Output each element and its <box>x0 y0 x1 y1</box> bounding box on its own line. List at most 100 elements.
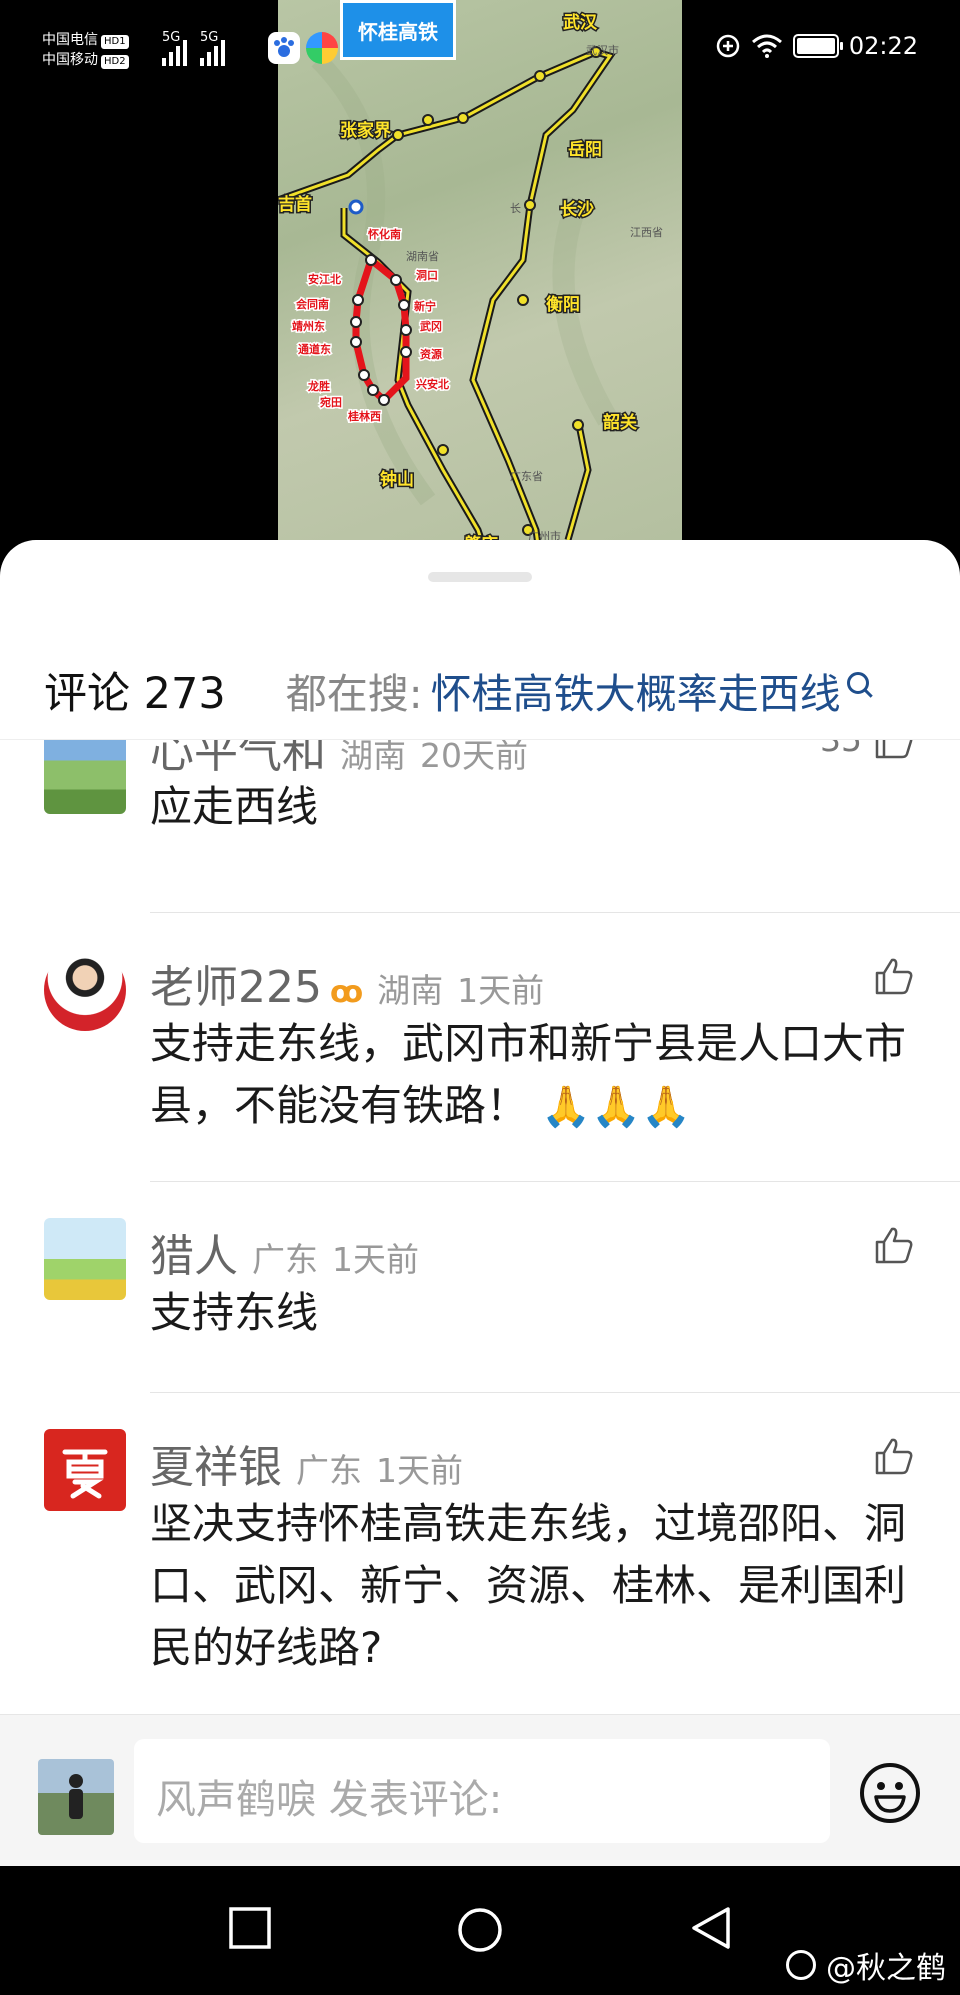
signal-icon-2: 5G <box>200 30 225 66</box>
app-notification-icon <box>306 32 338 64</box>
user-avatar[interactable] <box>44 740 126 814</box>
comment-time: 20天前 <box>420 740 528 775</box>
comment-meta: 猎人 广东 1天前 <box>150 1220 419 1284</box>
comment-count-title: 评论 273 <box>44 668 226 719</box>
svg-text:武冈: 武冈 <box>420 319 442 333</box>
recent-apps-icon[interactable] <box>228 1906 272 1950</box>
clock: 02:22 <box>848 32 918 60</box>
hd-badge-1: HD1 <box>101 35 129 49</box>
comment-input[interactable]: 风声鹤唳 发表评论: <box>134 1739 830 1843</box>
user-avatar[interactable] <box>44 949 126 1031</box>
comment-time: 1天前 <box>376 1451 463 1490</box>
add-circle-icon <box>716 34 740 58</box>
comment-item: 猎人 广东 1天前 支持东线 <box>0 1182 960 1392</box>
network-type-2: 5G <box>200 30 219 45</box>
user-location: 湖南 <box>340 740 406 775</box>
system-status: 02:22 <box>715 32 918 60</box>
user-location: 广东 <box>252 1240 318 1279</box>
thumbs-up-icon <box>875 1227 913 1264</box>
hot-search-query: 怀桂高铁大概率走西线 <box>430 669 841 718</box>
like-button[interactable] <box>874 1437 914 1475</box>
user-name[interactable]: 老师225 <box>150 951 322 1015</box>
like-button[interactable] <box>874 957 914 995</box>
comment-text: 支持东线 <box>150 1288 319 1337</box>
user-name[interactable]: 夏祥银 <box>150 1431 282 1495</box>
svg-text:钟山: 钟山 <box>380 469 414 490</box>
drag-handle[interactable] <box>428 572 532 582</box>
wifi-icon <box>751 34 782 58</box>
svg-text:宛田: 宛田 <box>319 395 342 409</box>
comment-time: 1天前 <box>457 971 545 1010</box>
comment-meta: 心平气和 湖南 20天前 <box>150 740 528 780</box>
comment-meta: 夏祥银 广东 1天前 <box>150 1431 463 1495</box>
comment-list[interactable]: 心平气和 湖南 20天前 35 应走西线 老师225 ꝏ 湖南 1天前 <box>0 740 960 1765</box>
my-avatar[interactable] <box>38 1759 114 1835</box>
watermark: @秋之鹤 <box>786 1943 946 1987</box>
svg-text:广东省: 广东省 <box>510 470 543 483</box>
svg-text:怀化南: 怀化南 <box>368 227 401 241</box>
pray-emoji: 🙏🙏🙏 <box>541 1084 691 1130</box>
svg-text:安江北: 安江北 <box>308 272 341 286</box>
hot-search-link[interactable]: 都在搜: 怀桂高铁大概率走西线 <box>286 660 869 720</box>
user-location: 广东 <box>296 1451 362 1490</box>
svg-text:江西省: 江西省 <box>630 226 663 239</box>
person-figure-icon <box>69 1774 83 1819</box>
hot-search-prefix: 都在搜: <box>285 669 423 718</box>
svg-text:兴安北: 兴安北 <box>416 377 449 391</box>
carrier-info: 中国电信 HD1 中国移动 HD2 <box>42 30 129 70</box>
user-badge-icon: ꝏ <box>329 975 364 1010</box>
network-type-1: 5G <box>162 30 181 45</box>
comments-header: 评论 273 都在搜: 怀桂高铁大概率走西线 <box>0 640 960 740</box>
svg-text:资源: 资源 <box>420 347 442 361</box>
battery-icon <box>792 34 843 58</box>
signal-icon-1: 5G <box>162 30 187 66</box>
thumbs-up-icon <box>875 1438 913 1475</box>
user-avatar[interactable] <box>44 1218 126 1300</box>
comment-meta: 老师225 ꝏ 湖南 1天前 <box>150 951 544 1015</box>
watermark-text: @秋之鹤 <box>826 1951 946 1986</box>
svg-text:通道东: 通道东 <box>298 342 331 356</box>
svg-text:桂林西: 桂林西 <box>347 409 381 423</box>
thumbs-up-icon <box>875 958 913 995</box>
carrier-1: 中国电信 <box>42 32 98 48</box>
svg-text:龙胜: 龙胜 <box>307 379 330 393</box>
comment-text: 应走西线 <box>150 782 319 831</box>
svg-text:岳阳: 岳阳 <box>568 140 602 160</box>
logo-mark-icon <box>62 1449 108 1499</box>
user-avatar[interactable] <box>44 1429 126 1511</box>
comment-sheet: 评论 273 都在搜: 怀桂高铁大概率走西线 心平气和 湖南 20天前 35 应… <box>0 540 960 1865</box>
like-count: 35 <box>820 740 862 759</box>
svg-text:靖州东: 靖州东 <box>292 319 325 333</box>
paw-app-icon <box>268 32 300 64</box>
system-navigation-bar: @秋之鹤 <box>0 1866 960 1995</box>
svg-text:长沙: 长沙 <box>560 199 594 220</box>
svg-text:韶关: 韶关 <box>603 412 637 433</box>
comment-body: 支持走东线，武冈市和新宁县是人口大市县，不能没有铁路！ 🙏🙏🙏 <box>150 1013 920 1138</box>
svg-text:湖南省: 湖南省 <box>406 250 439 263</box>
user-name[interactable]: 猎人 <box>150 1220 238 1284</box>
comment-item: 老师225 ꝏ 湖南 1天前 支持走东线，武冈市和新宁县是人口大市县，不能没有铁… <box>0 913 960 1181</box>
like-button[interactable]: 35 <box>820 740 914 759</box>
status-bar: 中国电信 HD1 中国移动 HD2 5G 5G 02:22 <box>0 0 960 100</box>
comment-item: 心平气和 湖南 20天前 35 应走西线 <box>0 740 960 912</box>
comment-text: 坚决支持怀桂高铁走东线，过境邵阳、洞口、武冈、新宁、资源、桂林、是利国利民的好线… <box>150 1499 907 1672</box>
svg-text:会同南: 会同南 <box>296 297 329 311</box>
comment-input-bar: 风声鹤唳 发表评论: <box>0 1714 960 1866</box>
search-icon <box>846 671 869 694</box>
svg-text:洞口: 洞口 <box>416 268 438 282</box>
svg-text:吉首: 吉首 <box>278 194 312 215</box>
emoji-button-icon[interactable] <box>858 1761 922 1825</box>
comment-item: 夏祥银 广东 1天前 坚决支持怀桂高铁走东线，过境邵阳、洞口、武冈、新宁、资源、… <box>0 1393 960 1723</box>
user-location: 湖南 <box>377 971 444 1010</box>
user-name[interactable]: 心平气和 <box>150 740 326 780</box>
comment-text: 支持走东线，武冈市和新宁县是人口大市县，不能没有铁路！ <box>150 1019 907 1130</box>
svg-text:衡阳: 衡阳 <box>546 294 580 315</box>
back-icon[interactable] <box>690 1906 732 1950</box>
like-button[interactable] <box>874 1226 914 1264</box>
carrier-2: 中国移动 <box>42 52 98 68</box>
svg-text:张家界: 张家界 <box>340 120 391 141</box>
svg-text:长: 长 <box>510 202 521 215</box>
home-icon[interactable] <box>456 1906 504 1954</box>
svg-text:新宁: 新宁 <box>414 299 436 313</box>
comment-time: 1天前 <box>332 1240 419 1279</box>
